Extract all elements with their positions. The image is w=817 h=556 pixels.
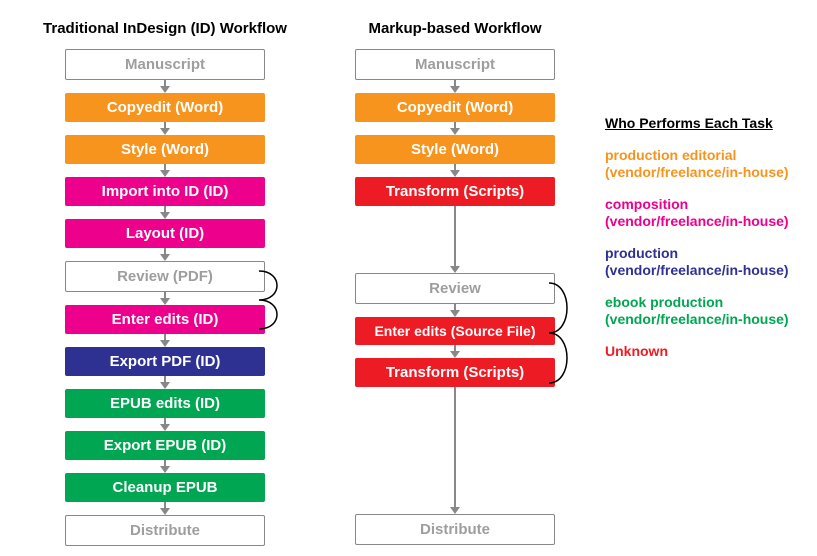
arrow-icon: [159, 164, 171, 177]
step-review: Review: [355, 273, 555, 304]
arrow-icon: [449, 304, 461, 317]
step-copyedit: Copyedit (Word): [65, 93, 265, 122]
legend-sub: (vendor/freelance/in-house): [605, 262, 789, 278]
step-epub-edits: EPUB edits (ID): [65, 389, 265, 418]
legend-label: production: [605, 245, 678, 261]
arrow-icon: [159, 80, 171, 93]
legend-item-unknown: Unknown: [605, 343, 789, 361]
arrow-icon: [159, 334, 171, 347]
step-distribute: Distribute: [355, 514, 555, 545]
loop-group: Review (PDF) Enter edits (ID): [65, 261, 265, 334]
arrow-icon: [449, 387, 461, 514]
legend-label: ebook production: [605, 294, 723, 310]
arrow-icon: [159, 502, 171, 515]
step-manuscript: Manuscript: [65, 49, 265, 80]
legend-label: production editorial: [605, 147, 736, 163]
arrow-icon: [159, 292, 171, 305]
step-export-epub: Export EPUB (ID): [65, 431, 265, 460]
legend-title: Who Performs Each Task: [605, 115, 789, 133]
step-import-id: Import into ID (ID): [65, 177, 265, 206]
step-distribute: Distribute: [65, 515, 265, 546]
arrow-icon: [159, 460, 171, 473]
arrow-icon: [449, 345, 461, 358]
arrow-icon: [159, 418, 171, 431]
legend-sub: (vendor/freelance/in-house): [605, 311, 789, 327]
arrow-icon: [159, 122, 171, 135]
arrow-icon: [449, 206, 461, 273]
loop-group: Review Enter edits (Source File) Transfo…: [355, 273, 555, 387]
step-transform: Transform (Scripts): [355, 177, 555, 206]
step-review: Review (PDF): [65, 261, 265, 292]
workflow-column-traditional: Traditional InDesign (ID) Workflow Manus…: [35, 20, 295, 546]
column-title: Traditional InDesign (ID) Workflow: [43, 20, 287, 37]
legend-label: Unknown: [605, 343, 668, 359]
legend-item-composition: composition (vendor/freelance/in-house): [605, 196, 789, 231]
step-style: Style (Word): [355, 135, 555, 164]
step-export-pdf: Export PDF (ID): [65, 347, 265, 376]
arrow-icon: [449, 122, 461, 135]
step-layout: Layout (ID): [65, 219, 265, 248]
step-copyedit: Copyedit (Word): [355, 93, 555, 122]
step-transform-2: Transform (Scripts): [355, 358, 555, 387]
legend-sub: (vendor/freelance/in-house): [605, 213, 789, 229]
legend-sub: (vendor/freelance/in-house): [605, 164, 789, 180]
legend-label: composition: [605, 196, 688, 212]
legend-item-production: production (vendor/freelance/in-house): [605, 245, 789, 280]
step-manuscript: Manuscript: [355, 49, 555, 80]
arrow-icon: [159, 206, 171, 219]
legend-item-editorial: production editorial (vendor/freelance/i…: [605, 147, 789, 182]
legend-item-ebook: ebook production (vendor/freelance/in-ho…: [605, 294, 789, 329]
step-enter-edits: Enter edits (ID): [65, 305, 265, 334]
step-cleanup-epub: Cleanup EPUB: [65, 473, 265, 502]
step-enter-edits-source: Enter edits (Source File): [355, 317, 555, 345]
arrow-icon: [159, 248, 171, 261]
column-title: Markup-based Workflow: [368, 20, 541, 37]
legend: Who Performs Each Task production editor…: [605, 115, 789, 374]
arrow-icon: [449, 164, 461, 177]
workflow-column-markup: Markup-based Workflow Manuscript Copyedi…: [325, 20, 585, 546]
arrow-icon: [159, 376, 171, 389]
step-style: Style (Word): [65, 135, 265, 164]
arrow-icon: [449, 80, 461, 93]
